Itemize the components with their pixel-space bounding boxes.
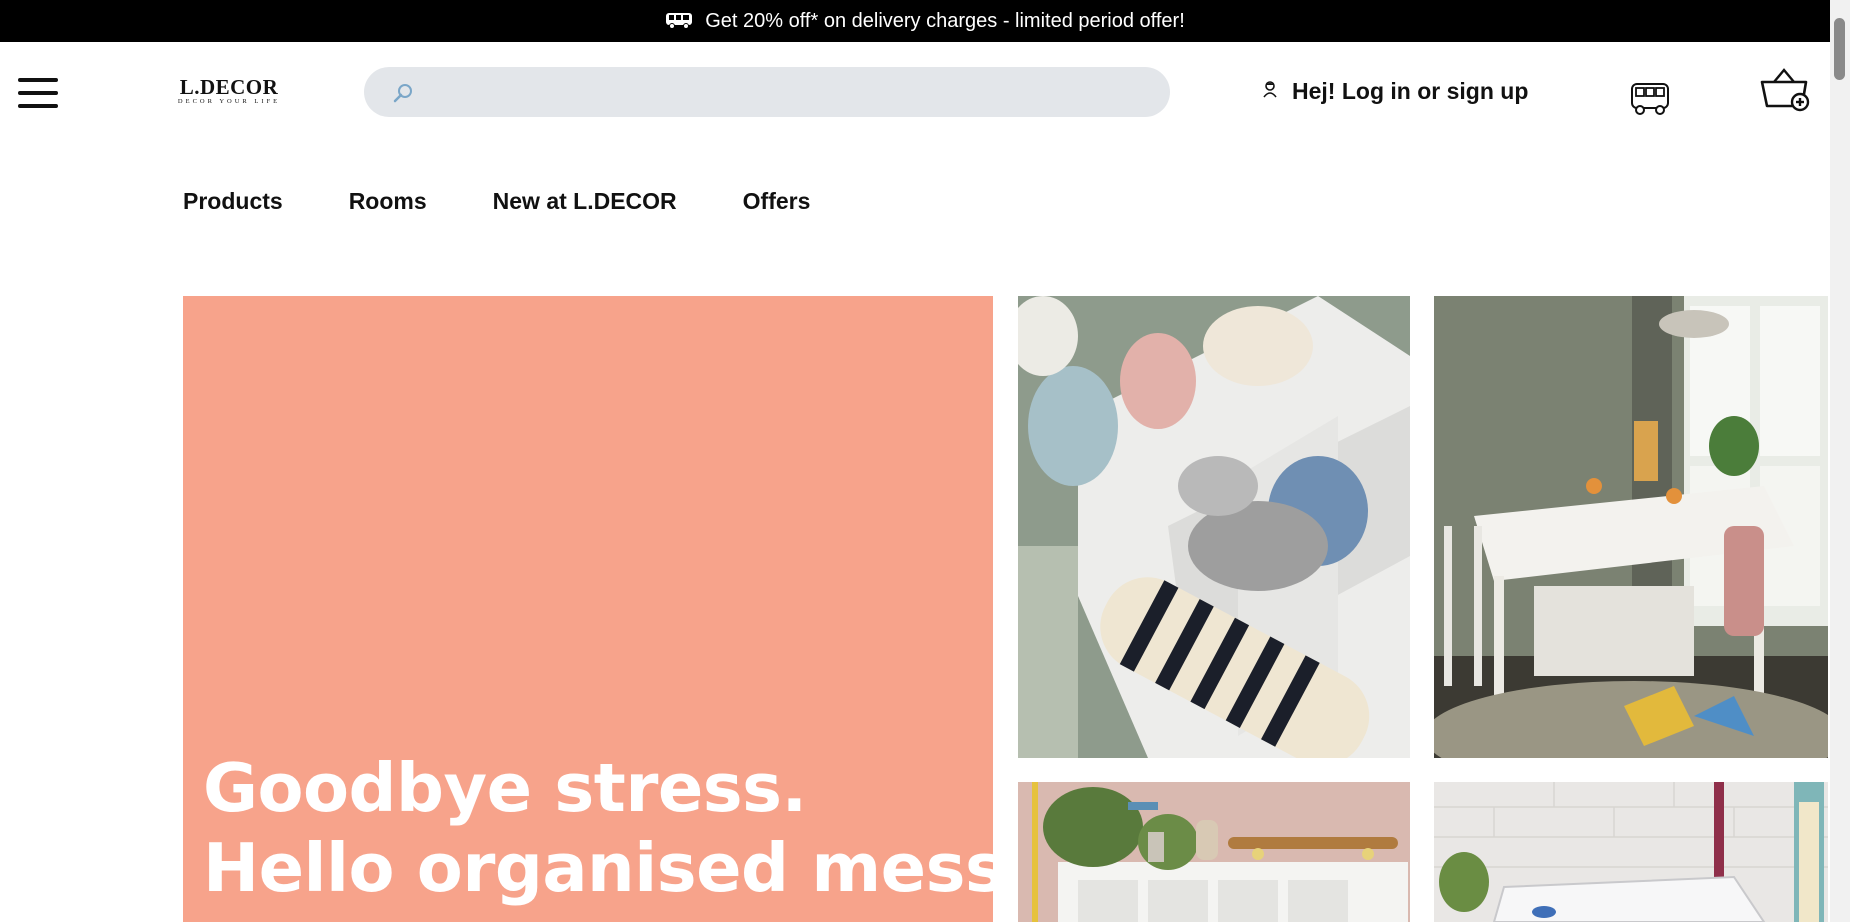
tile-socks-drawer[interactable]	[1018, 296, 1410, 758]
page-scrollbar[interactable]	[1830, 0, 1850, 922]
hero-banner[interactable]: Goodbye stress. Hello organised mess!	[183, 296, 993, 922]
nav-item-new[interactable]: New at L.DECOR	[493, 188, 677, 228]
scrollbar-thumb[interactable]	[1834, 18, 1845, 80]
socks-drawer-image	[1018, 296, 1410, 758]
storage-bin-image	[1434, 782, 1828, 922]
nav-item-offers[interactable]: Offers	[743, 188, 811, 228]
login-label: Hej! Log in or sign up	[1292, 78, 1529, 104]
tile-storage-bin[interactable]	[1434, 782, 1828, 922]
delivery-truck-icon[interactable]	[1630, 80, 1670, 123]
search-icon[interactable]	[392, 82, 414, 109]
search-bar[interactable]	[364, 67, 1170, 119]
basket-add-icon[interactable]	[1760, 66, 1810, 117]
promo-text: Get 20% off* on delivery charges - limit…	[705, 9, 1185, 32]
hero-headline: Goodbye stress. Hello organised mess!	[203, 748, 993, 908]
hero-headline-line1: Goodbye stress.	[203, 749, 807, 827]
category-nav: Products Rooms New at L.DECOR Offers	[183, 188, 876, 228]
promo-banner[interactable]: Get 20% off* on delivery charges - limit…	[0, 0, 1850, 42]
shelf-image	[1018, 782, 1410, 922]
tile-dining-room[interactable]	[1434, 296, 1828, 758]
nav-item-products[interactable]: Products	[183, 188, 283, 228]
logo-tagline: DECOR YOUR LIFE	[177, 98, 281, 105]
login-link[interactable]: Hej! Log in or sign up	[1262, 78, 1528, 105]
logo-brand: L.DECOR	[179, 75, 279, 99]
search-input[interactable]	[424, 67, 1148, 119]
logo[interactable]: L.DECOR DECOR YOUR LIFE	[161, 76, 297, 112]
dining-room-image	[1434, 296, 1828, 758]
menu-icon[interactable]	[18, 78, 60, 108]
user-icon	[1262, 80, 1278, 103]
site-header: L.DECOR DECOR YOUR LIFE Hej! Log in or s…	[0, 42, 1830, 142]
hero-headline-line2: Hello organised mess!	[203, 829, 993, 907]
nav-item-rooms[interactable]: Rooms	[349, 188, 427, 228]
delivery-van-icon	[665, 12, 693, 30]
tile-shelf-skateboard[interactable]	[1018, 782, 1410, 922]
